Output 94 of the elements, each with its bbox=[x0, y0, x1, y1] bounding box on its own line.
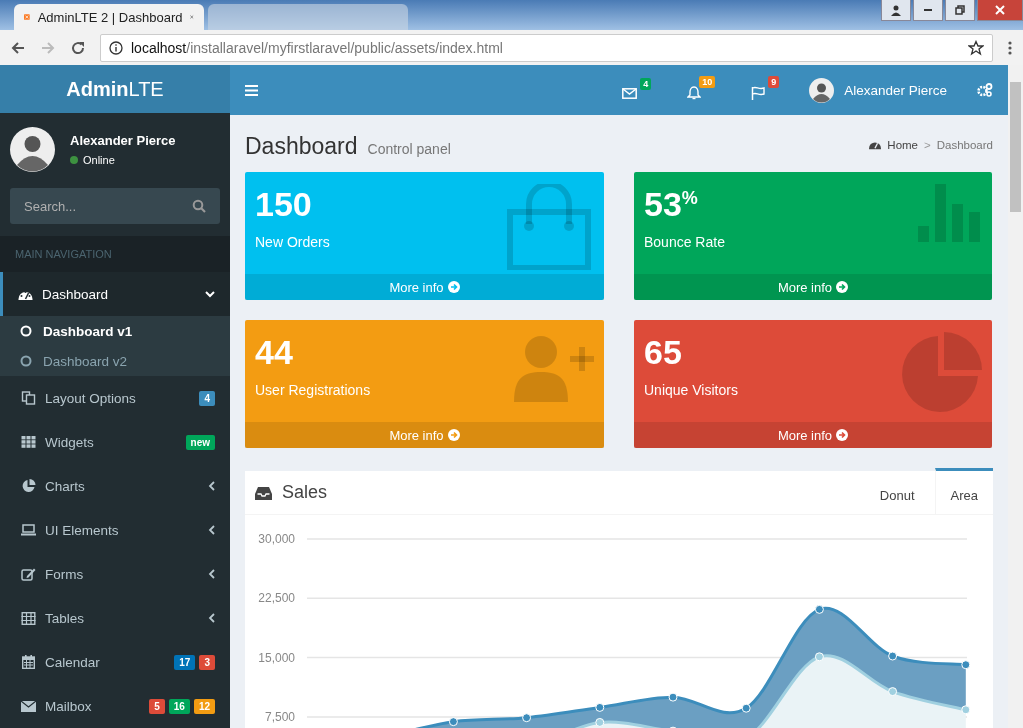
avatar-icon bbox=[10, 127, 55, 173]
person-icon bbox=[890, 4, 902, 16]
stat-value: 53$^{%}$ bbox=[644, 185, 698, 224]
axis-label: 30,000 bbox=[258, 532, 295, 546]
axis-label: 15,000 bbox=[258, 650, 295, 665]
submenu-item[interactable]: Dashboard v1 bbox=[0, 316, 230, 346]
axis-label: 7,500 bbox=[264, 709, 295, 724]
count-badge: new bbox=[185, 434, 215, 450]
stat-value: 150 bbox=[255, 185, 312, 224]
search-field[interactable]: Search... bbox=[10, 188, 220, 224]
count-badge: 5 bbox=[149, 698, 165, 714]
stat-label: New Orders bbox=[255, 234, 330, 250]
chart-tab[interactable]: Donut bbox=[859, 471, 935, 514]
address-field[interactable]: localhost/installaravel/myfirstlaravel/public/assets/index.html bbox=[100, 33, 993, 62]
table-icon bbox=[21, 611, 36, 625]
menu-item[interactable]: Dashboard bbox=[0, 272, 230, 316]
stat-value: 65 bbox=[644, 333, 682, 372]
breadcrumb-link[interactable]: Home bbox=[887, 138, 918, 151]
submenu-item[interactable]: Dashboard v2 bbox=[0, 346, 230, 376]
minimize-icon bbox=[924, 9, 932, 11]
stat-label: Bounce Rate bbox=[644, 234, 725, 250]
restore-button[interactable] bbox=[945, 0, 975, 21]
menu-item[interactable]: Tables bbox=[0, 596, 230, 640]
pie-chart-icon bbox=[900, 332, 982, 414]
breadcrumb-link[interactable]: Dashboard bbox=[936, 138, 993, 151]
profile-button[interactable] bbox=[881, 0, 911, 21]
count-badge: 3 bbox=[199, 654, 215, 670]
user-name: Alexander Pierce bbox=[70, 133, 176, 149]
menu-item[interactable]: Widgets new bbox=[0, 420, 230, 464]
close-button[interactable] bbox=[977, 0, 1023, 21]
files-icon bbox=[21, 391, 36, 405]
stat-label: Unique Visitors bbox=[644, 382, 738, 398]
envelope-icon bbox=[622, 87, 638, 99]
flag-icon bbox=[751, 86, 766, 100]
minimize-button[interactable] bbox=[913, 0, 943, 21]
gauge-icon bbox=[869, 139, 882, 150]
grid-icon bbox=[21, 436, 36, 448]
bell-icon bbox=[687, 86, 702, 100]
section-header: MAIN NAVIGATION bbox=[0, 236, 230, 272]
info-icon bbox=[109, 40, 123, 55]
shopping-bag-icon bbox=[504, 184, 594, 270]
arrow-circle-icon bbox=[447, 281, 460, 293]
user-menu[interactable]: Alexander Pierce bbox=[809, 77, 947, 103]
search-icon[interactable] bbox=[192, 199, 206, 213]
count-badge: 10 bbox=[699, 76, 716, 88]
reload-icon[interactable] bbox=[70, 39, 86, 56]
stat-value: 44 bbox=[255, 333, 293, 372]
star-icon[interactable] bbox=[968, 39, 984, 56]
menu-icon[interactable] bbox=[245, 84, 258, 96]
edit-icon bbox=[21, 567, 36, 581]
panel-title: Sales bbox=[282, 482, 328, 503]
menu-item[interactable]: Mailbox 5 16 12 bbox=[0, 684, 230, 728]
count-badge: 4 bbox=[640, 77, 652, 90]
page-subtitle: Control panel bbox=[367, 141, 451, 157]
menu-item[interactable]: Calendar 17 3 bbox=[0, 640, 230, 684]
more-info-link[interactable]: More info bbox=[634, 422, 992, 448]
inbox-icon bbox=[255, 485, 272, 500]
back-icon[interactable] bbox=[10, 39, 26, 56]
user-status: Online bbox=[70, 154, 176, 167]
menu-icon[interactable] bbox=[1007, 39, 1013, 56]
scrollbar[interactable] bbox=[1008, 65, 1023, 728]
notification-button[interactable]: 9 bbox=[745, 76, 780, 104]
chart-tab[interactable]: Area bbox=[934, 468, 993, 514]
circle-icon bbox=[20, 325, 32, 337]
arrow-circle-icon bbox=[836, 281, 849, 293]
more-info-link[interactable]: More info bbox=[634, 274, 992, 300]
menu-item[interactable]: UI Elements bbox=[0, 508, 230, 552]
restore-icon bbox=[954, 4, 966, 16]
avatar-icon bbox=[809, 77, 835, 103]
brand-logo[interactable]: AdminLTE bbox=[0, 65, 230, 114]
axis-label: 22,500 bbox=[258, 591, 295, 606]
menu-item[interactable]: Forms bbox=[0, 552, 230, 596]
menu-item[interactable]: Layout Options 4 bbox=[0, 376, 230, 420]
stat-label: User Registrations bbox=[255, 382, 371, 398]
count-badge: 9 bbox=[768, 76, 780, 88]
count-badge: 16 bbox=[168, 698, 190, 714]
pie-chart-icon bbox=[21, 479, 36, 493]
close-icon[interactable] bbox=[190, 12, 194, 22]
close-icon bbox=[994, 4, 1006, 16]
circle-icon bbox=[20, 355, 32, 367]
calendar-icon bbox=[21, 655, 36, 669]
envelope-icon bbox=[21, 700, 36, 712]
count-badge: 17 bbox=[174, 654, 196, 670]
menu-item[interactable]: Charts bbox=[0, 464, 230, 508]
count-badge: 4 bbox=[199, 390, 215, 406]
page-title: Dashboard bbox=[245, 133, 358, 160]
laptop-icon bbox=[21, 524, 36, 536]
settings-icon[interactable] bbox=[977, 83, 993, 97]
browser-tab[interactable]: AdminLTE 2 | Dashboard bbox=[14, 4, 204, 30]
count-badge: 12 bbox=[193, 698, 215, 714]
breadcrumb-separator: > bbox=[924, 138, 931, 151]
arrow-circle-icon bbox=[447, 429, 460, 441]
bar-chart-icon bbox=[918, 184, 982, 242]
arrow-circle-icon bbox=[836, 429, 849, 441]
